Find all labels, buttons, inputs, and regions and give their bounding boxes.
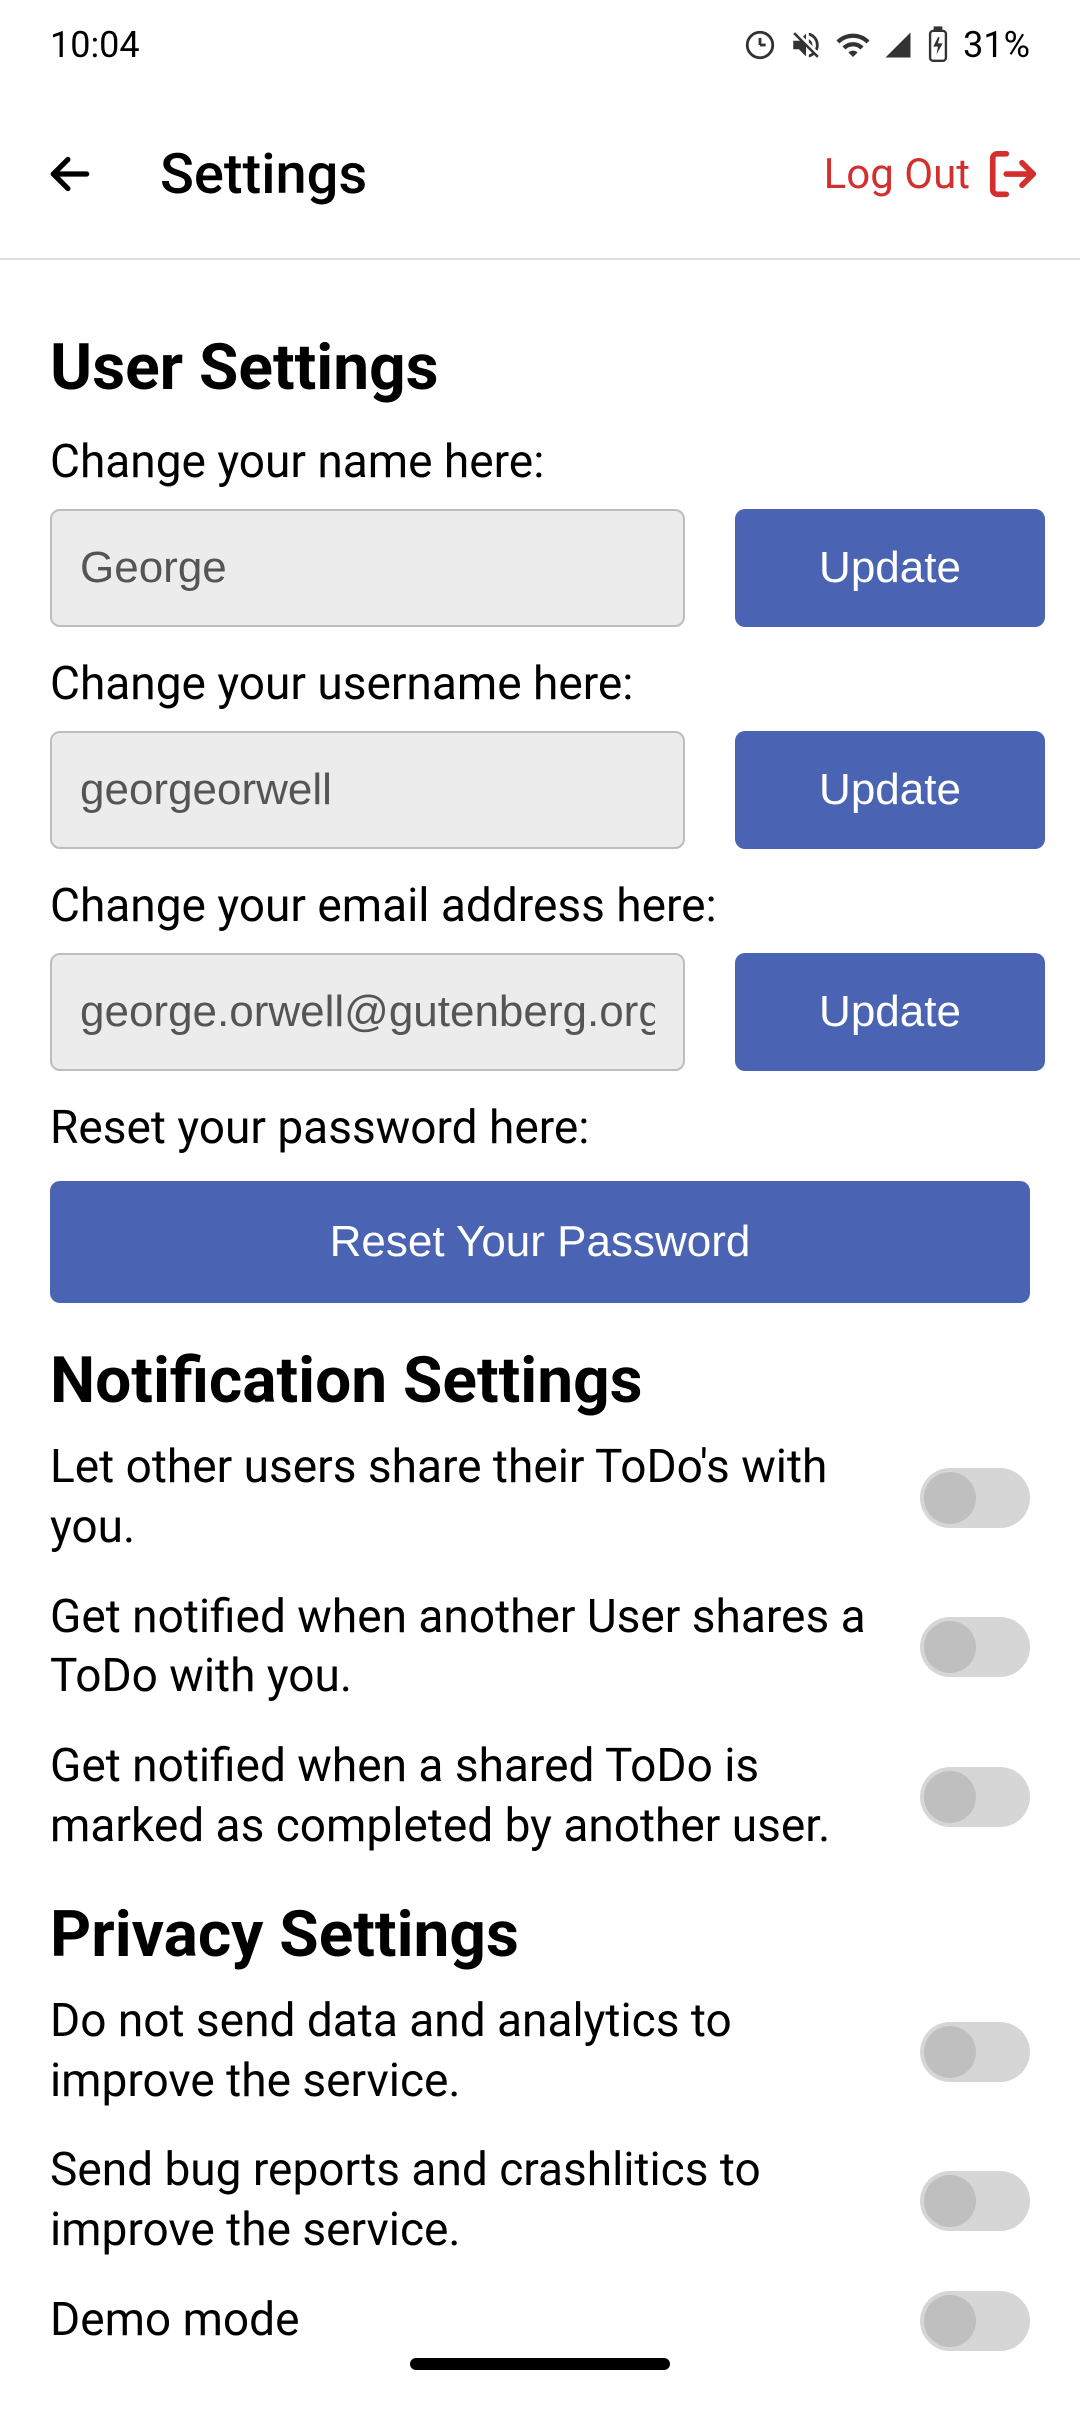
battery-text: 31% <box>963 24 1030 66</box>
analytics-toggle-label: Do not send data and analytics to improv… <box>50 1992 880 2112</box>
share-toggle-label: Let other users share their ToDo's with … <box>50 1438 880 1558</box>
notify-share-toggle[interactable] <box>920 1617 1030 1677</box>
notify-share-toggle-label: Get notified when another User shares a … <box>50 1588 880 1708</box>
mute-icon <box>789 28 823 62</box>
password-label: Reset your password here: <box>50 1101 1030 1155</box>
demo-toggle-label: Demo mode <box>50 2291 880 2351</box>
reset-password-button[interactable]: Reset Your Password <box>50 1181 1030 1303</box>
bugreport-toggle[interactable] <box>920 2171 1030 2231</box>
logout-button[interactable]: Log Out <box>824 147 1040 201</box>
battery-icon <box>925 26 951 64</box>
analytics-toggle[interactable] <box>920 2022 1030 2082</box>
status-time: 10:04 <box>50 24 140 66</box>
app-header: Settings Log Out <box>0 90 1080 260</box>
demo-toggle[interactable] <box>920 2291 1030 2351</box>
logout-label: Log Out <box>824 150 970 199</box>
wifi-icon <box>835 27 871 63</box>
notify-complete-toggle-label: Get notified when a shared ToDo is marke… <box>50 1737 880 1857</box>
content: User Settings Change your name here: Upd… <box>0 260 1080 2431</box>
username-input[interactable] <box>50 731 685 849</box>
share-toggle[interactable] <box>920 1468 1030 1528</box>
name-label: Change your name here: <box>50 435 1030 489</box>
nav-bar-handle[interactable] <box>410 2358 670 2370</box>
bugreport-toggle-label: Send bug reports and crashlitics to impr… <box>50 2141 880 2261</box>
privacy-settings-title: Privacy Settings <box>50 1897 1030 1972</box>
user-settings-title: User Settings <box>50 330 1030 405</box>
notify-complete-toggle[interactable] <box>920 1767 1030 1827</box>
notification-settings-title: Notification Settings <box>50 1343 1030 1418</box>
logout-icon <box>986 147 1040 201</box>
back-button[interactable] <box>40 144 100 204</box>
username-update-button[interactable]: Update <box>735 731 1045 849</box>
email-update-button[interactable]: Update <box>735 953 1045 1071</box>
page-title: Settings <box>160 141 824 207</box>
status-bar: 10:04 31% <box>0 0 1080 90</box>
signal-icon <box>883 30 913 60</box>
location-icon <box>743 28 777 62</box>
email-input[interactable] <box>50 953 685 1071</box>
email-label: Change your email address here: <box>50 879 1030 933</box>
status-right: 31% <box>743 24 1030 66</box>
name-input[interactable] <box>50 509 685 627</box>
arrow-left-icon <box>45 149 95 199</box>
username-label: Change your username here: <box>50 657 1030 711</box>
name-update-button[interactable]: Update <box>735 509 1045 627</box>
